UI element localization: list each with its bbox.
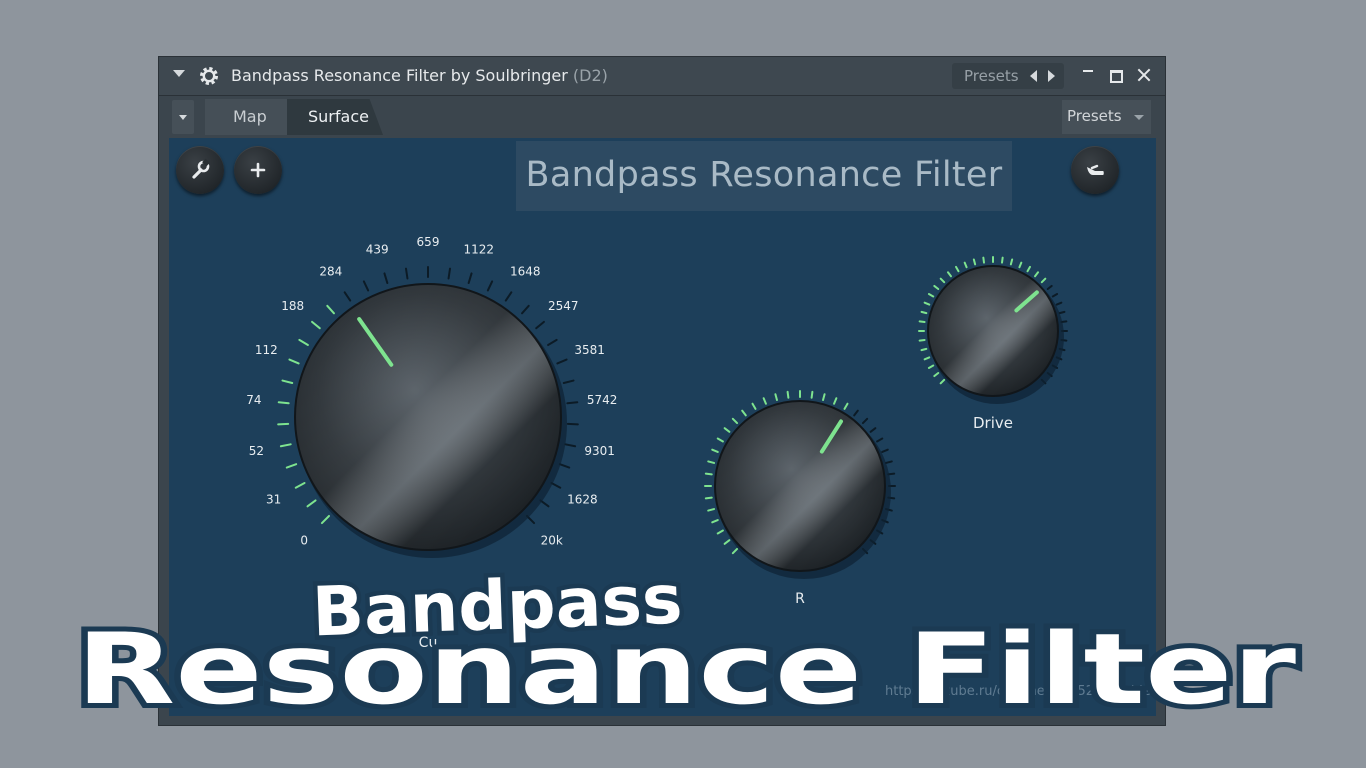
title-overlay: Bandpass Resonance Filter <box>71 556 1302 732</box>
overlay-line-2: Resonance Filter <box>76 613 1297 727</box>
